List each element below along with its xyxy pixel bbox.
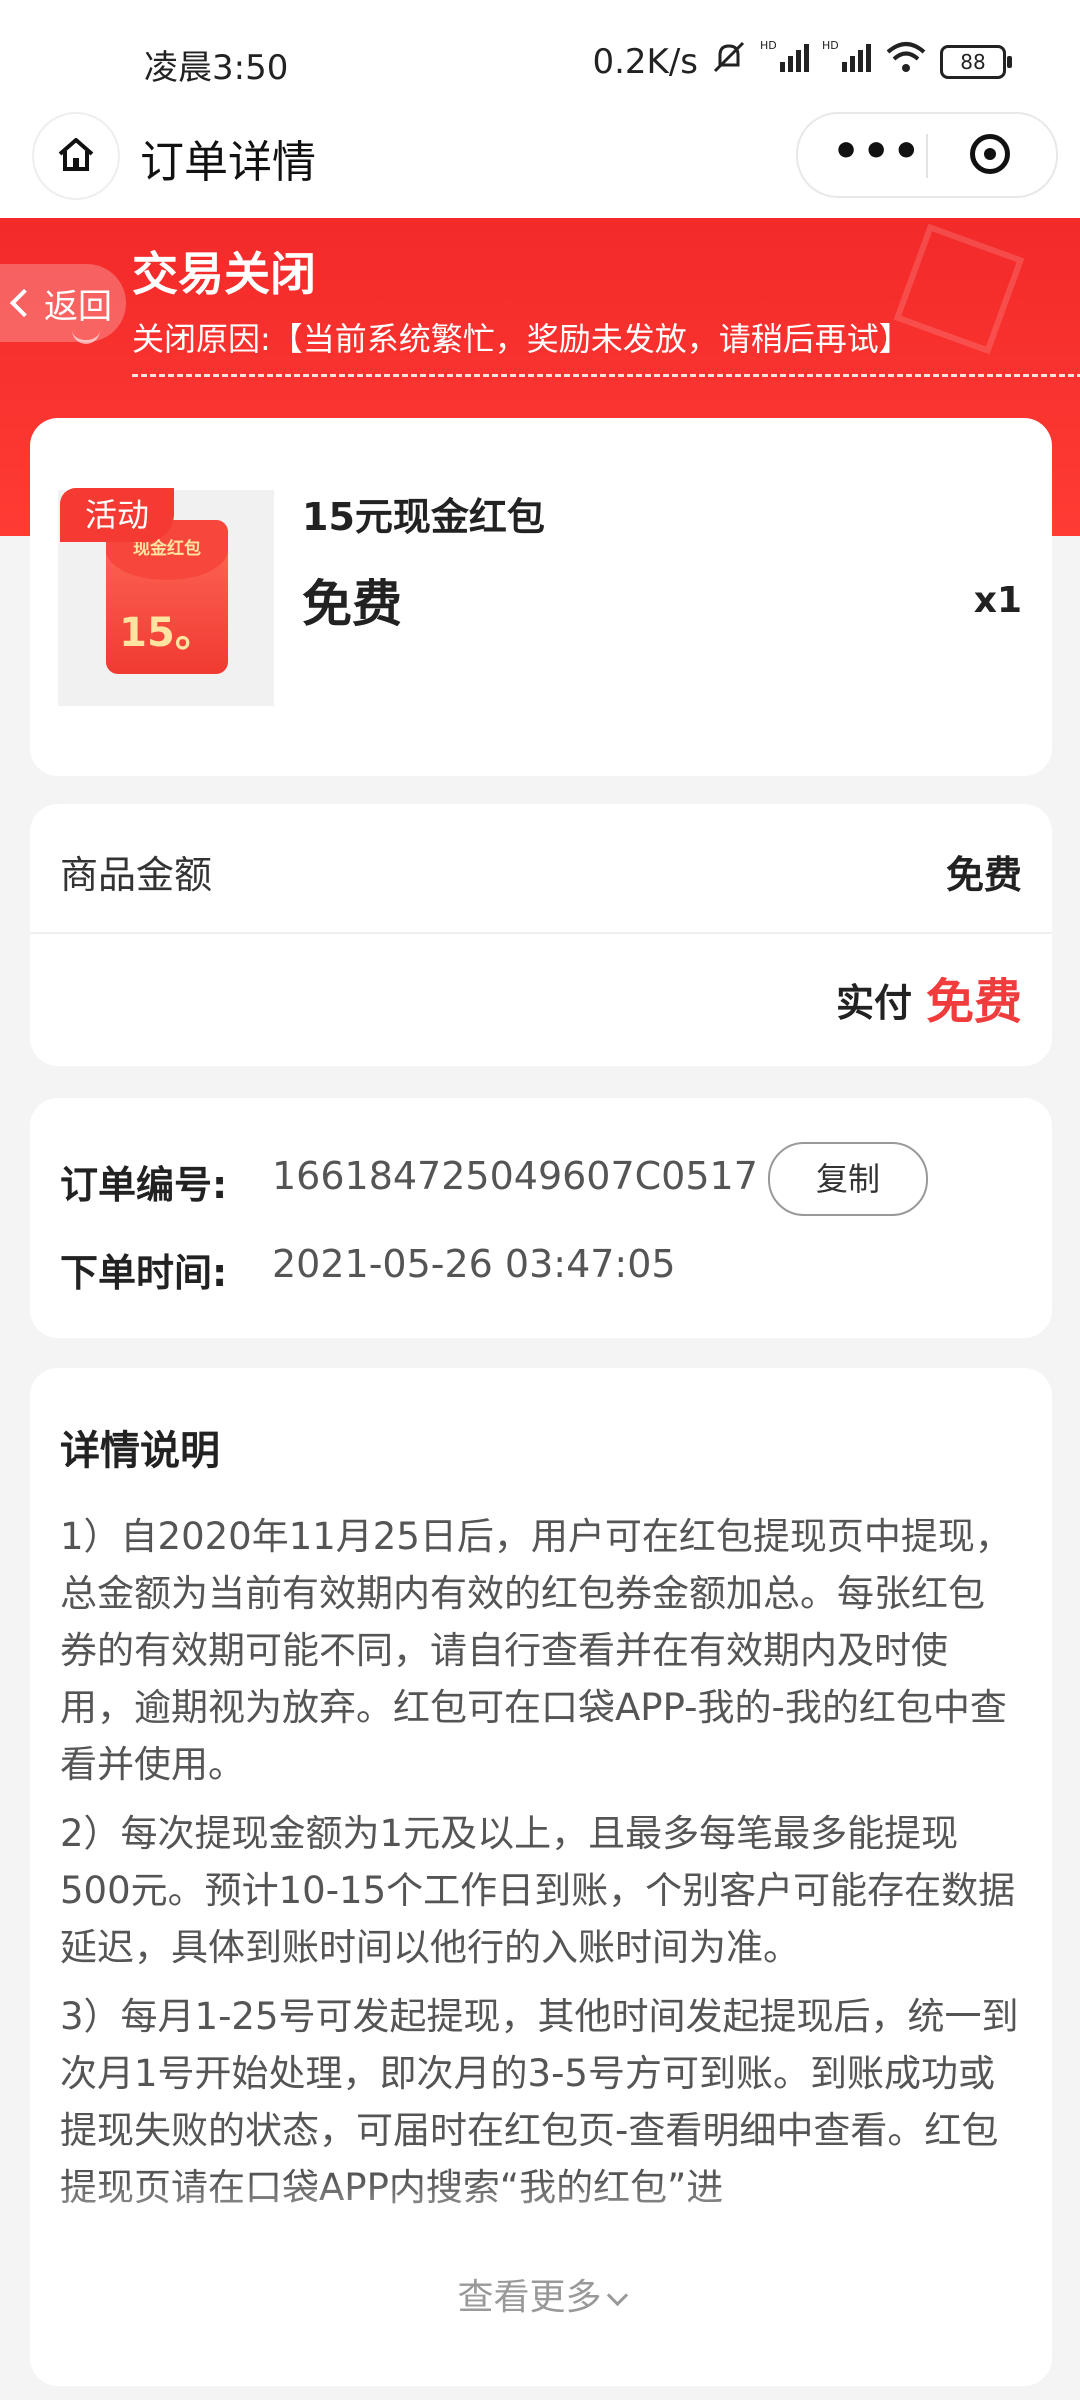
envelope-amount: 15。	[119, 610, 215, 656]
page-title: 订单详情	[140, 137, 316, 188]
mute-bell-icon	[710, 38, 748, 85]
activity-badge: 活动	[60, 488, 174, 542]
product-card[interactable]: 现金红包 15。 活动 15元现金红包 免费 x1	[30, 418, 1052, 776]
detail-title: 详情说明	[60, 1428, 220, 1474]
order-no-value: 166184725049607C0517	[272, 1154, 758, 1198]
red-envelope-image: 现金红包 15。	[106, 520, 228, 674]
product-price: 免费	[302, 575, 402, 633]
detail-card: 详情说明 1）自2020年11月25日后，用户可在红包提现页中提现，总金额为当前…	[30, 1368, 1052, 2386]
detail-paragraph: 1）自2020年11月25日后，用户可在红包提现页中提现，总金额为当前有效期内有…	[60, 1515, 1012, 1786]
order-info-card: 订单编号: 166184725049607C0517 复制 下单时间: 2021…	[30, 1098, 1052, 1338]
more-icon[interactable]: •••	[832, 126, 922, 177]
close-reason: 关闭原因:【当前系统繁忙，奖励未发放，请稍后再试】	[132, 320, 911, 358]
goods-amount-row: 商品金额 免费	[30, 804, 1052, 934]
view-more-label: 查看更多	[457, 2277, 602, 2318]
goods-amount-value: 免费	[945, 853, 1022, 897]
net-speed: 0.2K/s	[592, 41, 698, 82]
back-label: 返回	[44, 286, 112, 327]
order-time-value: 2021-05-26 03:47:05	[272, 1242, 676, 1286]
dashed-divider	[132, 374, 1080, 377]
chevron-left-icon	[9, 288, 39, 318]
detail-paragraph: 2）每次提现金额为1元及以上，且最多每笔最多能提现500元。预计10-15个工作…	[60, 1812, 1016, 1969]
order-no-label: 订单编号:	[60, 1163, 228, 1207]
order-time-label: 下单时间:	[60, 1251, 228, 1295]
product-name: 15元现金红包	[302, 495, 545, 539]
detail-body: 1）自2020年11月25日后，用户可在红包提现页中提现，总金额为当前有效期内有…	[60, 1508, 1020, 2278]
status-bar: 凌晨3:50 0.2K/s HD HD 88	[0, 0, 1080, 110]
signal-hd-label-2: HD	[822, 39, 839, 52]
product-quantity: x1	[973, 580, 1022, 621]
signal-hd-label: HD	[760, 39, 777, 52]
order-status-title: 交易关闭	[132, 247, 316, 301]
status-icons: 0.2K/s HD HD 88	[592, 38, 1012, 85]
view-more-button[interactable]: 查看更多	[30, 2268, 1052, 2320]
mini-program-capsule: •••	[796, 112, 1058, 198]
wifi-icon	[884, 38, 928, 85]
back-button[interactable]: 返回	[0, 264, 126, 342]
close-miniprogram-icon[interactable]	[970, 134, 1010, 174]
signal-icon: HD	[760, 38, 810, 85]
battery-icon: 88	[940, 44, 1012, 79]
header-decoration	[893, 223, 1025, 355]
goods-amount-label: 商品金额	[60, 853, 213, 897]
capsule-divider	[926, 134, 928, 178]
status-time: 凌晨3:50	[144, 48, 289, 88]
paid-value: 免费	[925, 974, 1022, 1030]
chevron-down-icon	[606, 2284, 628, 2307]
home-icon	[54, 132, 98, 180]
signal-icon-2: HD	[822, 38, 872, 85]
copy-button[interactable]: 复制	[768, 1142, 928, 1216]
paid-label: 实付	[835, 981, 912, 1025]
nav-bar: 订单详情 •••	[0, 110, 1080, 218]
home-button[interactable]	[32, 112, 120, 200]
amount-card: 商品金额 免费 实付 免费	[30, 804, 1052, 1066]
